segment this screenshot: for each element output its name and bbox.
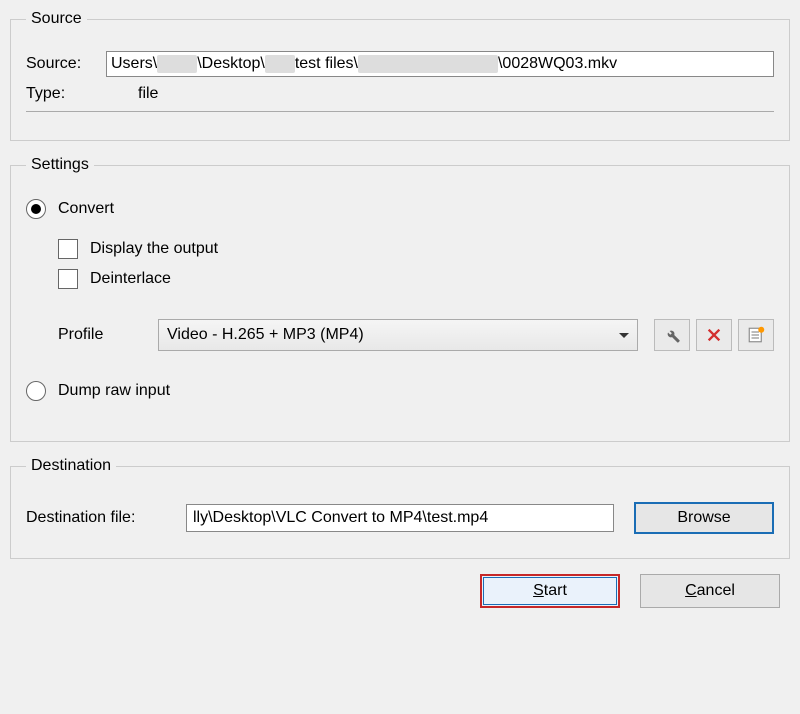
start-button[interactable]: Start bbox=[480, 574, 620, 608]
type-row: Type: file bbox=[26, 85, 774, 112]
source-row: Source: Users\ \Desktop\ test files\ \00… bbox=[26, 51, 774, 77]
convert-radio[interactable]: Convert bbox=[26, 199, 774, 219]
display-output-label: Display the output bbox=[90, 240, 218, 258]
new-profile-button[interactable] bbox=[738, 319, 774, 351]
radio-icon bbox=[26, 199, 46, 219]
redacted-segment bbox=[358, 55, 498, 73]
browse-button[interactable]: Browse bbox=[634, 502, 774, 534]
new-profile-icon bbox=[747, 326, 765, 344]
source-group: Source Source: Users\ \Desktop\ test fil… bbox=[10, 10, 790, 141]
settings-group: Settings Convert Display the output Dein… bbox=[10, 156, 790, 442]
type-value: file bbox=[106, 85, 158, 103]
profile-value: Video - H.265 + MP3 (MP4) bbox=[167, 326, 364, 344]
redacted-segment bbox=[157, 55, 197, 73]
edit-profile-button[interactable] bbox=[654, 319, 690, 351]
settings-legend: Settings bbox=[26, 156, 94, 174]
deinterlace-label: Deinterlace bbox=[90, 270, 171, 288]
redacted-segment bbox=[265, 55, 295, 73]
source-path-input[interactable]: Users\ \Desktop\ test files\ \0028WQ03.m… bbox=[106, 51, 774, 77]
profile-select[interactable]: Video - H.265 + MP3 (MP4) bbox=[158, 319, 638, 351]
wrench-icon bbox=[663, 326, 681, 344]
source-label: Source: bbox=[26, 55, 106, 73]
source-legend: Source bbox=[26, 10, 87, 28]
dump-label: Dump raw input bbox=[58, 382, 170, 400]
destination-file-label: Destination file: bbox=[26, 509, 186, 527]
destination-group: Destination Destination file: Browse bbox=[10, 457, 790, 559]
type-label: Type: bbox=[26, 85, 106, 103]
destination-file-input[interactable] bbox=[186, 504, 614, 532]
profile-label: Profile bbox=[58, 326, 158, 344]
dump-raw-radio[interactable]: Dump raw input bbox=[26, 381, 774, 401]
destination-row: Destination file: Browse bbox=[26, 502, 774, 534]
delete-profile-button[interactable] bbox=[696, 319, 732, 351]
display-output-checkbox[interactable]: Display the output bbox=[58, 239, 774, 259]
checkbox-icon bbox=[58, 239, 78, 259]
destination-legend: Destination bbox=[26, 457, 116, 475]
cancel-button[interactable]: Cancel bbox=[640, 574, 780, 608]
profile-row: Profile Video - H.265 + MP3 (MP4) bbox=[58, 319, 774, 351]
checkbox-icon bbox=[58, 269, 78, 289]
deinterlace-checkbox[interactable]: Deinterlace bbox=[58, 269, 774, 289]
delete-icon bbox=[706, 327, 722, 343]
chevron-down-icon bbox=[619, 333, 629, 338]
radio-icon bbox=[26, 381, 46, 401]
dialog-buttons: Start Cancel bbox=[10, 574, 790, 608]
convert-label: Convert bbox=[58, 200, 114, 218]
